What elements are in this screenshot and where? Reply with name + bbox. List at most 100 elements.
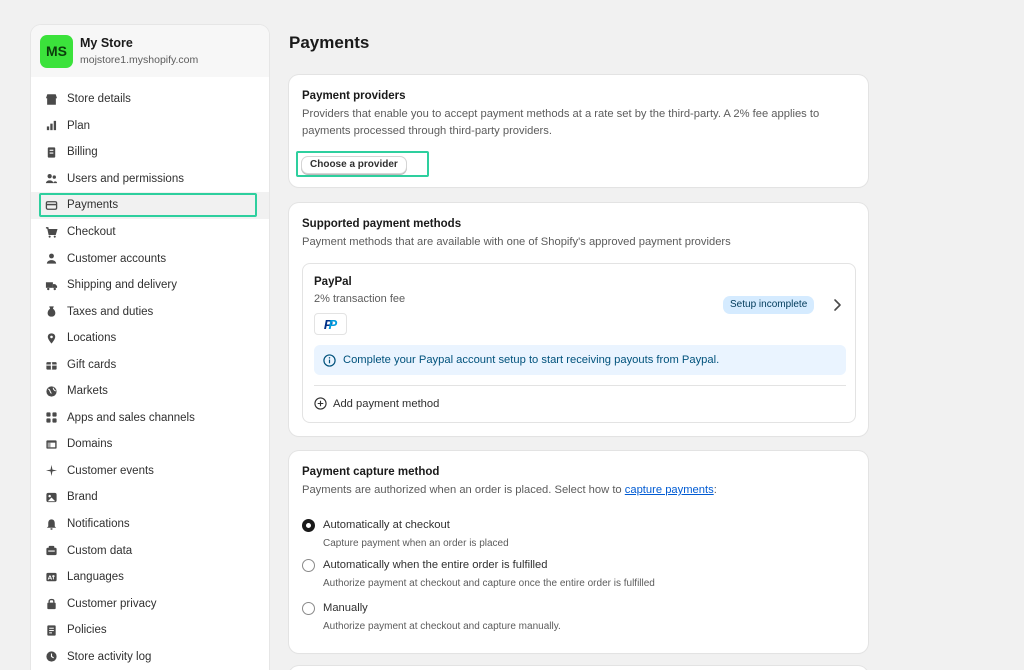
chart-icon (45, 119, 58, 132)
sidebar-item-label: Languages (67, 571, 124, 584)
capture-description-suffix: : (713, 484, 717, 496)
sidebar-item-label: Customer accounts (67, 252, 167, 265)
language-icon: A (45, 571, 58, 584)
settings-sidebar: MS My Store mojstore1.myshopify.com Stor… (31, 25, 269, 670)
sidebar-item-custom-data[interactable]: Custom data (31, 537, 269, 564)
sidebar-item-label: Store activity log (67, 650, 152, 663)
sidebar-item-gift-cards[interactable]: Gift cards (31, 351, 269, 378)
lock-icon (45, 597, 58, 610)
sidebar-item-label: Taxes and duties (67, 305, 154, 318)
sidebar-item-domains[interactable]: Domains (31, 431, 269, 458)
supported-payment-methods-card: Supported payment methods Payment method… (289, 203, 868, 436)
apps-icon (45, 411, 58, 424)
capture-description: Payments are authorized when an order is… (302, 482, 855, 499)
store-header[interactable]: MS My Store mojstore1.myshopify.com (31, 25, 269, 77)
users-icon (45, 172, 58, 185)
sidebar-item-label: Markets (67, 385, 108, 398)
brand-icon (45, 491, 58, 504)
sidebar-item-customer-events[interactable]: Customer events (31, 458, 269, 485)
settings-nav: Store details Plan Billing Users and permis… (31, 86, 269, 670)
store-url: mojstore1.myshopify.com (80, 53, 199, 66)
sidebar-item-taxes-and-duties[interactable]: Taxes and duties (31, 298, 269, 325)
capture-option-fulfilled[interactable]: Automatically when the entire order is f… (302, 558, 655, 591)
setup-banner-text: Complete your Paypal account setup to st… (343, 354, 720, 366)
person-icon (45, 252, 58, 265)
truck-icon (45, 279, 58, 292)
sidebar-item-markets[interactable]: Markets (31, 378, 269, 405)
bell-icon (45, 518, 58, 531)
sidebar-item-label: Customer events (67, 464, 154, 477)
plus-circle-icon (314, 397, 327, 410)
status-badge: Setup incomplete (723, 296, 815, 314)
sidebar-item-plan[interactable]: Plan (31, 113, 269, 140)
sidebar-item-policies[interactable]: Policies (31, 617, 269, 644)
sidebar-item-billing[interactable]: Billing (31, 139, 269, 166)
sidebar-item-languages[interactable]: A Languages (31, 564, 269, 591)
sidebar-item-label: Store details (67, 93, 131, 106)
database-icon (45, 544, 58, 557)
supported-methods-title: Supported payment methods (302, 218, 462, 230)
sidebar-item-label: Checkout (67, 226, 116, 238)
capture-option-automatic[interactable]: Automatically at checkout Capture paymen… (302, 518, 509, 551)
sidebar-item-label: Billing (67, 146, 98, 159)
sidebar-item-store-details[interactable]: Store details (31, 86, 269, 113)
sidebar-item-label: Shipping and delivery (67, 279, 177, 292)
store-name: My Store (80, 35, 133, 50)
globe-icon (45, 385, 58, 398)
sidebar-item-notifications[interactable]: Notifications (31, 511, 269, 538)
radio-unchecked[interactable] (302, 559, 315, 572)
sidebar-item-label: Apps and sales channels (67, 411, 195, 424)
choose-provider-button[interactable]: Choose a provider (301, 156, 407, 174)
sidebar-item-payments[interactable]: Payments (31, 192, 269, 219)
sidebar-item-locations[interactable]: Locations (31, 325, 269, 352)
next-card-edge (289, 666, 868, 670)
sidebar-item-shipping-and-delivery[interactable]: Shipping and delivery (31, 272, 269, 299)
sidebar-item-label: Notifications (67, 518, 130, 531)
sidebar-item-label: Plan (67, 119, 91, 132)
sidebar-item-brand[interactable]: Brand (31, 484, 269, 511)
receipt-icon (45, 146, 58, 159)
paypal-name: PayPal (314, 276, 352, 288)
paypal-logo: PP (314, 313, 347, 335)
capture-payments-link[interactable]: capture payments (625, 484, 714, 496)
sidebar-item-label: Brand (67, 491, 98, 504)
sidebar-item-label: Gift cards (67, 358, 117, 371)
info-icon (323, 353, 336, 367)
paypal-method-box: PayPal 2% transaction fee PP Setup incom… (302, 263, 856, 423)
capture-option-manual[interactable]: Manually Authorize payment at checkout a… (302, 601, 561, 634)
payment-capture-card: Payment capture method Payments are auth… (289, 451, 868, 653)
supported-methods-description: Payment methods that are available with … (302, 236, 731, 248)
paypal-fee: 2% transaction fee (314, 293, 406, 305)
domain-icon (45, 438, 58, 451)
page-title: Payments (289, 33, 370, 52)
capture-option-label: Automatically when the entire order is f… (323, 559, 548, 571)
tax-icon (45, 305, 58, 318)
sidebar-item-customer-accounts[interactable]: Customer accounts (31, 245, 269, 272)
sidebar-item-label: Domains (67, 438, 113, 451)
sidebar-item-users-and-permissions[interactable]: Users and permissions (31, 166, 269, 193)
chevron-right-icon[interactable] (831, 297, 843, 313)
add-payment-method-button[interactable]: Add payment method (314, 397, 439, 410)
sidebar-item-store-activity-log[interactable]: Store activity log (31, 643, 269, 670)
sidebar-item-apps-and-sales-channels[interactable]: Apps and sales channels (31, 405, 269, 432)
radio-unchecked[interactable] (302, 602, 315, 615)
sidebar-item-checkout[interactable]: Checkout (31, 219, 269, 246)
location-icon (45, 332, 58, 345)
capture-option-label: Manually (323, 602, 368, 614)
add-payment-method-label: Add payment method (333, 397, 440, 410)
sidebar-item-label: Custom data (67, 544, 133, 557)
sidebar-item-label: Customer privacy (67, 597, 157, 610)
capture-option-help: Capture payment when an order is placed (323, 538, 509, 549)
sidebar-item-label: Payments (67, 199, 119, 212)
sparkle-icon (45, 464, 58, 477)
store-avatar: MS (40, 34, 73, 68)
payment-icon (45, 199, 58, 212)
payment-providers-description: Providers that enable you to accept paym… (302, 108, 820, 137)
capture-title: Payment capture method (302, 466, 440, 478)
sidebar-item-label: Policies (67, 624, 107, 637)
capture-option-help: Authorize payment at checkout and captur… (323, 578, 655, 589)
radio-checked[interactable] (302, 519, 315, 532)
sidebar-item-label: Locations (67, 332, 117, 345)
gift-icon (45, 358, 58, 371)
sidebar-item-customer-privacy[interactable]: Customer privacy (31, 590, 269, 617)
